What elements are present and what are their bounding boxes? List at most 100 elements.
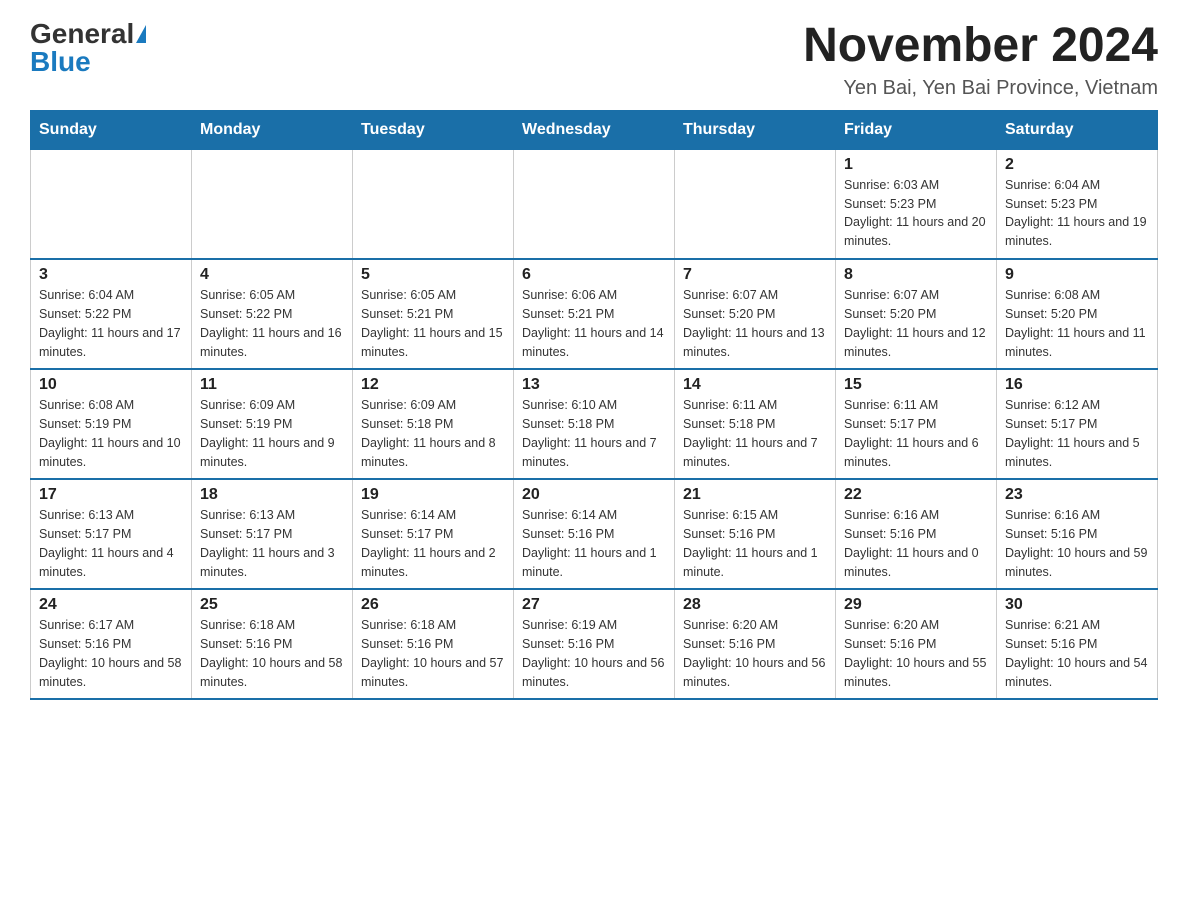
- calendar-cell: 3 Sunrise: 6:04 AMSunset: 5:22 PMDaylight…: [31, 259, 192, 369]
- logo-blue: Blue: [30, 48, 91, 76]
- calendar-cell: 28 Sunrise: 6:20 AMSunset: 5:16 PMDayligh…: [675, 589, 836, 699]
- subtitle: Yen Bai, Yen Bai Province, Vietnam: [803, 77, 1158, 100]
- calendar-week-row: 17 Sunrise: 6:13 AMSunset: 5:17 PMDayligh…: [31, 479, 1158, 589]
- day-info: Sunrise: 6:09 AMSunset: 5:18 PMDaylight:…: [361, 396, 505, 471]
- calendar-cell: 23 Sunrise: 6:16 AMSunset: 5:16 PMDayligh…: [997, 479, 1158, 589]
- calendar-week-row: 1Sunrise: 6:03 AMSunset: 5:23 PMDaylight…: [31, 149, 1158, 259]
- logo-triangle-icon: [136, 25, 146, 43]
- day-info: Sunrise: 6:14 AMSunset: 5:17 PMDaylight:…: [361, 506, 505, 581]
- calendar-cell: 24 Sunrise: 6:17 AMSunset: 5:16 PMDayligh…: [31, 589, 192, 699]
- calendar-cell: 15Sunrise: 6:11 AMSunset: 5:17 PMDayligh…: [836, 369, 997, 479]
- calendar-cell: 6 Sunrise: 6:06 AMSunset: 5:21 PMDaylight…: [514, 259, 675, 369]
- day-number: 27: [522, 596, 666, 614]
- day-info: Sunrise: 6:18 AMSunset: 5:16 PMDaylight:…: [361, 616, 505, 691]
- day-number: 17: [39, 486, 183, 504]
- calendar-table: SundayMondayTuesdayWednesdayThursdayFrid…: [30, 110, 1158, 701]
- day-number: 23: [1005, 486, 1149, 504]
- calendar-cell: 26 Sunrise: 6:18 AMSunset: 5:16 PMDayligh…: [353, 589, 514, 699]
- day-number: 22: [844, 486, 988, 504]
- day-info: Sunrise: 6:21 AMSunset: 5:16 PMDaylight:…: [1005, 616, 1149, 691]
- calendar-cell: 9 Sunrise: 6:08 AMSunset: 5:20 PMDaylight…: [997, 259, 1158, 369]
- day-info: Sunrise: 6:20 AMSunset: 5:16 PMDaylight:…: [844, 616, 988, 691]
- calendar-week-row: 24 Sunrise: 6:17 AMSunset: 5:16 PMDayligh…: [31, 589, 1158, 699]
- day-number: 11: [200, 376, 344, 394]
- day-number: 25: [200, 596, 344, 614]
- day-number: 20: [522, 486, 666, 504]
- day-number: 7: [683, 266, 827, 284]
- day-number: 14: [683, 376, 827, 394]
- day-info: Sunrise: 6:14 AMSunset: 5:16 PMDaylight:…: [522, 506, 666, 581]
- calendar-cell: 10 Sunrise: 6:08 AMSunset: 5:19 PMDayligh…: [31, 369, 192, 479]
- weekday-header-friday: Friday: [836, 110, 997, 149]
- day-info: Sunrise: 6:10 AMSunset: 5:18 PMDaylight:…: [522, 396, 666, 471]
- day-info: Sunrise: 6:16 AMSunset: 5:16 PMDaylight:…: [844, 506, 988, 581]
- calendar-cell: 30 Sunrise: 6:21 AMSunset: 5:16 PMDayligh…: [997, 589, 1158, 699]
- day-number: 24: [39, 596, 183, 614]
- day-info: Sunrise: 6:05 AMSunset: 5:21 PMDaylight:…: [361, 286, 505, 361]
- calendar-cell: 20 Sunrise: 6:14 AMSunset: 5:16 PMDayligh…: [514, 479, 675, 589]
- calendar-cell: 2 Sunrise: 6:04 AMSunset: 5:23 PMDaylight…: [997, 149, 1158, 259]
- calendar-cell: 16 Sunrise: 6:12 AMSunset: 5:17 PMDayligh…: [997, 369, 1158, 479]
- title-section: November 2024 Yen Bai, Yen Bai Province,…: [803, 20, 1158, 100]
- calendar-week-row: 3 Sunrise: 6:04 AMSunset: 5:22 PMDaylight…: [31, 259, 1158, 369]
- weekday-header-wednesday: Wednesday: [514, 110, 675, 149]
- day-number: 21: [683, 486, 827, 504]
- day-number: 4: [200, 266, 344, 284]
- calendar-cell: 14Sunrise: 6:11 AMSunset: 5:18 PMDayligh…: [675, 369, 836, 479]
- calendar-cell: 5Sunrise: 6:05 AMSunset: 5:21 PMDaylight…: [353, 259, 514, 369]
- day-info: Sunrise: 6:09 AMSunset: 5:19 PMDaylight:…: [200, 396, 344, 471]
- calendar-cell: [353, 149, 514, 259]
- day-number: 10: [39, 376, 183, 394]
- day-number: 8: [844, 266, 988, 284]
- logo: General Blue: [30, 20, 146, 76]
- calendar-cell: [192, 149, 353, 259]
- day-number: 2: [1005, 156, 1149, 174]
- day-info: Sunrise: 6:05 AMSunset: 5:22 PMDaylight:…: [200, 286, 344, 361]
- calendar-cell: [514, 149, 675, 259]
- day-number: 26: [361, 596, 505, 614]
- calendar-cell: 11 Sunrise: 6:09 AMSunset: 5:19 PMDayligh…: [192, 369, 353, 479]
- calendar-cell: 25 Sunrise: 6:18 AMSunset: 5:16 PMDayligh…: [192, 589, 353, 699]
- day-info: Sunrise: 6:08 AMSunset: 5:20 PMDaylight:…: [1005, 286, 1149, 361]
- calendar-cell: 12 Sunrise: 6:09 AMSunset: 5:18 PMDayligh…: [353, 369, 514, 479]
- day-info: Sunrise: 6:04 AMSunset: 5:22 PMDaylight:…: [39, 286, 183, 361]
- calendar-cell: 29 Sunrise: 6:20 AMSunset: 5:16 PMDayligh…: [836, 589, 997, 699]
- day-number: 30: [1005, 596, 1149, 614]
- day-info: Sunrise: 6:17 AMSunset: 5:16 PMDaylight:…: [39, 616, 183, 691]
- day-number: 16: [1005, 376, 1149, 394]
- day-info: Sunrise: 6:19 AMSunset: 5:16 PMDaylight:…: [522, 616, 666, 691]
- calendar-cell: 4 Sunrise: 6:05 AMSunset: 5:22 PMDaylight…: [192, 259, 353, 369]
- calendar-cell: 21Sunrise: 6:15 AMSunset: 5:16 PMDayligh…: [675, 479, 836, 589]
- weekday-header-monday: Monday: [192, 110, 353, 149]
- day-info: Sunrise: 6:12 AMSunset: 5:17 PMDaylight:…: [1005, 396, 1149, 471]
- day-number: 28: [683, 596, 827, 614]
- day-info: Sunrise: 6:20 AMSunset: 5:16 PMDaylight:…: [683, 616, 827, 691]
- day-number: 1: [844, 156, 988, 174]
- day-number: 3: [39, 266, 183, 284]
- day-info: Sunrise: 6:11 AMSunset: 5:17 PMDaylight:…: [844, 396, 988, 471]
- calendar-cell: [675, 149, 836, 259]
- calendar-cell: 7 Sunrise: 6:07 AMSunset: 5:20 PMDaylight…: [675, 259, 836, 369]
- weekday-header-sunday: Sunday: [31, 110, 192, 149]
- day-info: Sunrise: 6:16 AMSunset: 5:16 PMDaylight:…: [1005, 506, 1149, 581]
- weekday-header-saturday: Saturday: [997, 110, 1158, 149]
- calendar-cell: 27 Sunrise: 6:19 AMSunset: 5:16 PMDayligh…: [514, 589, 675, 699]
- day-info: Sunrise: 6:06 AMSunset: 5:21 PMDaylight:…: [522, 286, 666, 361]
- calendar-cell: 22 Sunrise: 6:16 AMSunset: 5:16 PMDayligh…: [836, 479, 997, 589]
- day-info: Sunrise: 6:07 AMSunset: 5:20 PMDaylight:…: [683, 286, 827, 361]
- weekday-header-tuesday: Tuesday: [353, 110, 514, 149]
- day-info: Sunrise: 6:08 AMSunset: 5:19 PMDaylight:…: [39, 396, 183, 471]
- calendar-cell: 19Sunrise: 6:14 AMSunset: 5:17 PMDayligh…: [353, 479, 514, 589]
- calendar-cell: 1Sunrise: 6:03 AMSunset: 5:23 PMDaylight…: [836, 149, 997, 259]
- day-number: 12: [361, 376, 505, 394]
- day-number: 9: [1005, 266, 1149, 284]
- day-number: 29: [844, 596, 988, 614]
- day-info: Sunrise: 6:13 AMSunset: 5:17 PMDaylight:…: [39, 506, 183, 581]
- day-info: Sunrise: 6:07 AMSunset: 5:20 PMDaylight:…: [844, 286, 988, 361]
- day-number: 13: [522, 376, 666, 394]
- calendar-cell: 17 Sunrise: 6:13 AMSunset: 5:17 PMDayligh…: [31, 479, 192, 589]
- day-info: Sunrise: 6:18 AMSunset: 5:16 PMDaylight:…: [200, 616, 344, 691]
- day-info: Sunrise: 6:04 AMSunset: 5:23 PMDaylight:…: [1005, 176, 1149, 251]
- day-number: 18: [200, 486, 344, 504]
- day-number: 6: [522, 266, 666, 284]
